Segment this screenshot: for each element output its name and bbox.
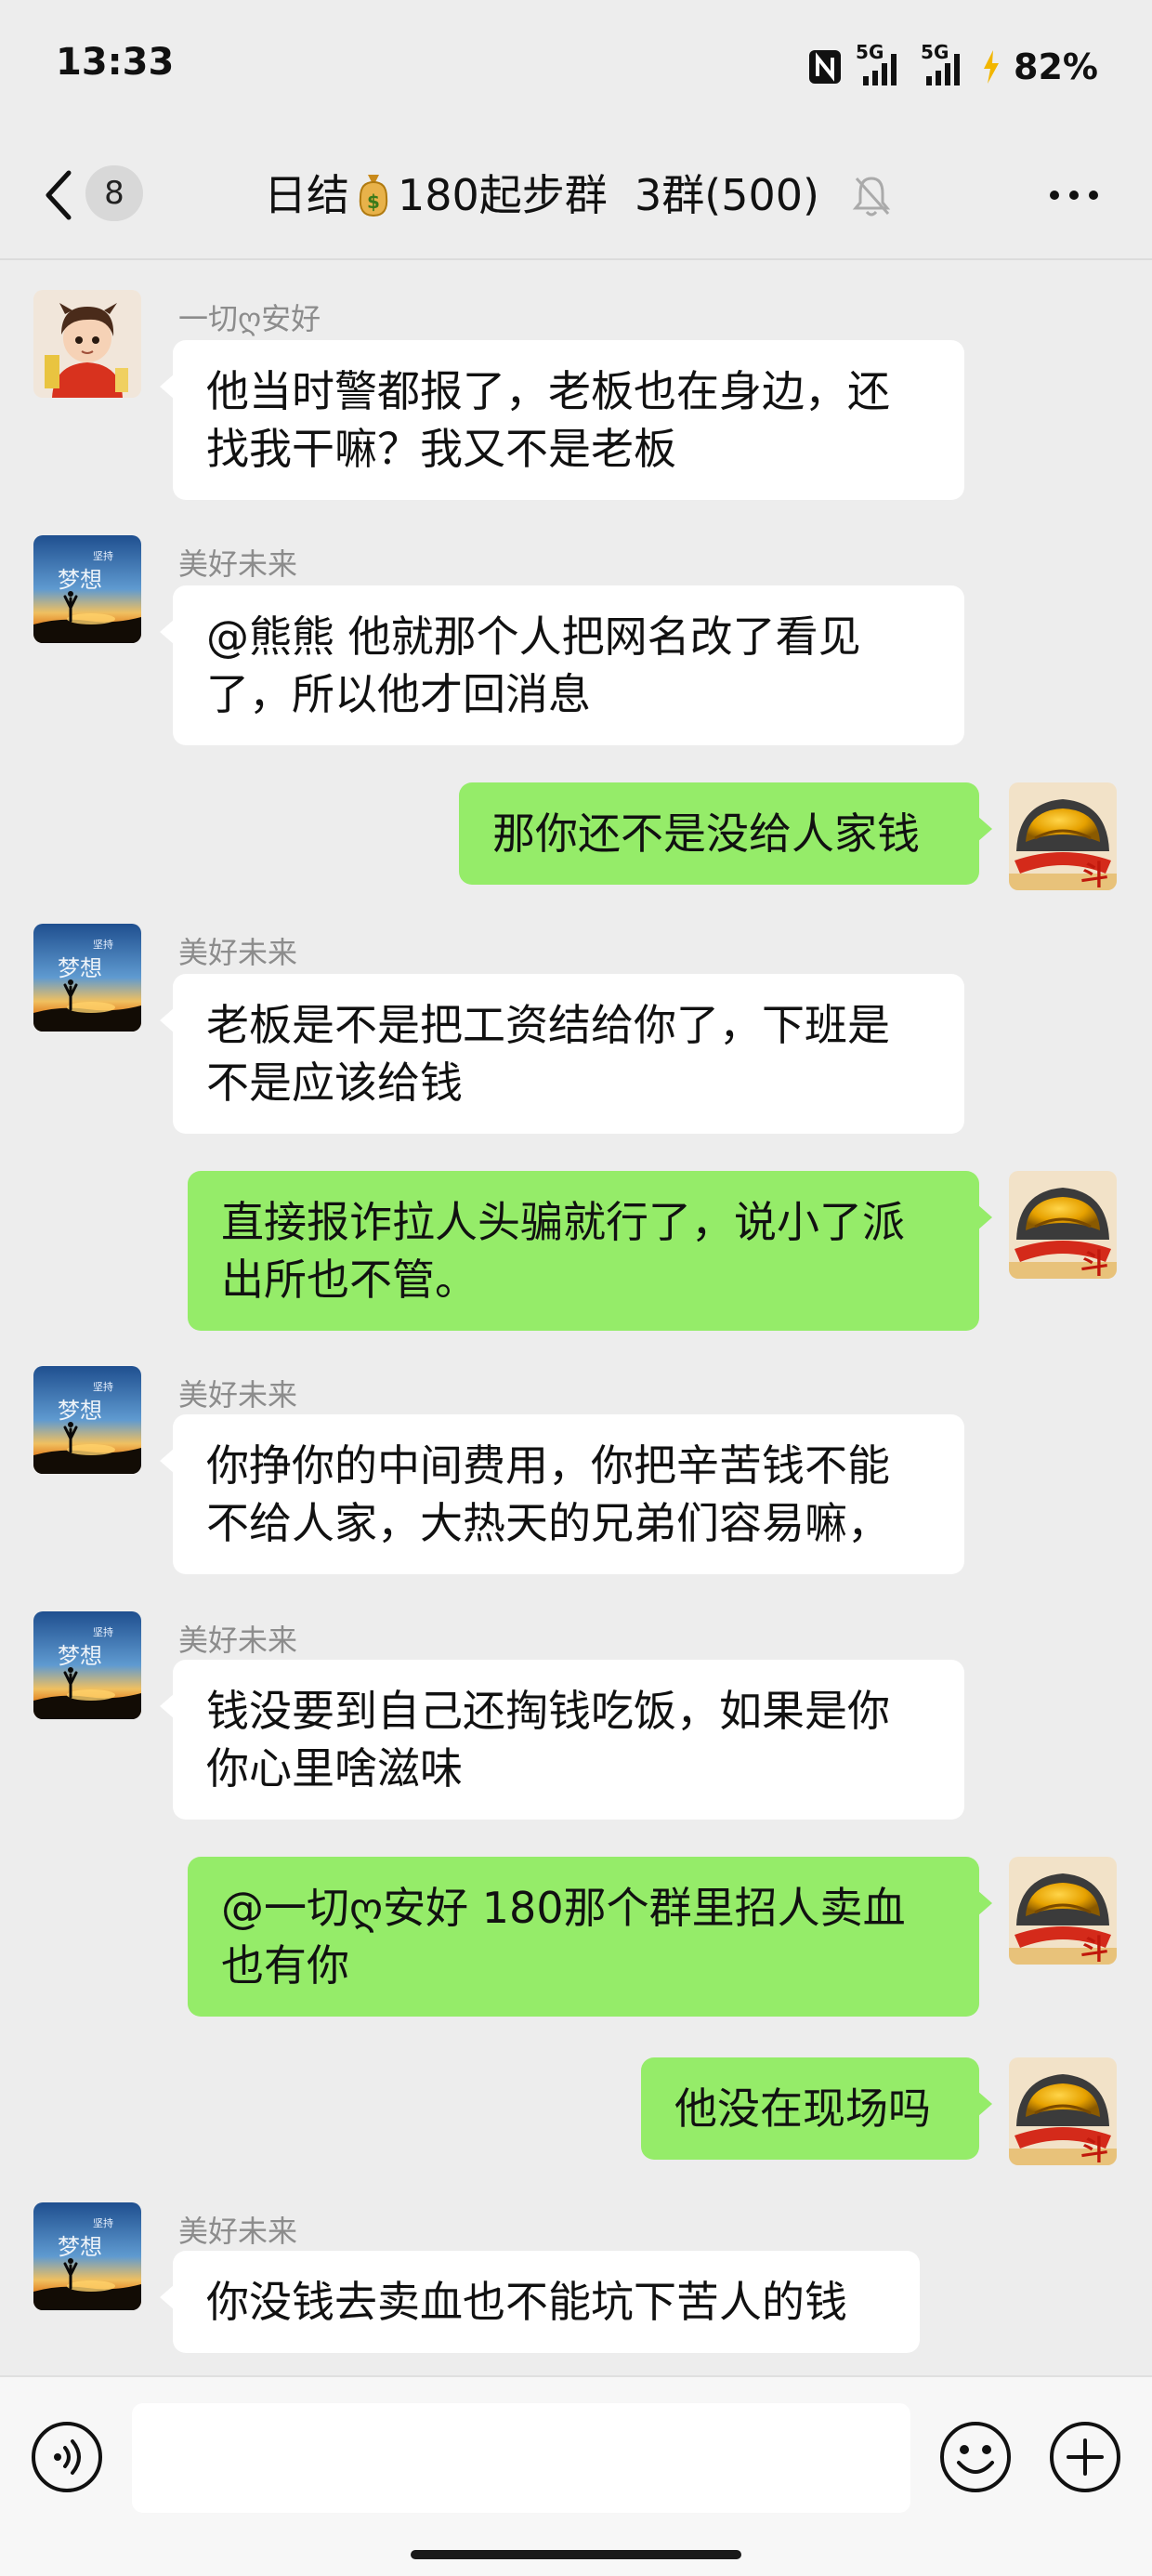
avatar-caption: 梦想 xyxy=(58,955,102,981)
message-input[interactable] xyxy=(132,2403,910,2513)
network-type-label: 5G xyxy=(856,41,884,63)
message-bubble-incoming[interactable]: 你没钱去卖血也不能坑下苦人的钱 xyxy=(160,2251,920,2353)
message-text-line: 你没钱去卖血也不能坑下苦人的钱 xyxy=(206,2277,847,2327)
money-bag-icon: $ xyxy=(353,171,394,219)
sender-name: 美好未来 xyxy=(178,935,298,970)
avatar-caption: 坚持 xyxy=(93,1625,113,1638)
chat-header: 8 日结 $ 180起步群 3群(500) xyxy=(0,130,1152,260)
avatar-sunset[interactable]: 坚持 梦想 xyxy=(33,1366,141,1474)
sender-name: 一切ღ安好 xyxy=(178,301,321,336)
sender-name: 美好未来 xyxy=(178,1623,298,1658)
message-text-line: @一切ღ安好 180那个群里招人卖血 xyxy=(221,1883,906,1933)
charging-icon xyxy=(982,48,1001,85)
message-text-line: 钱没要到自己还掏钱吃饭，如果是你 xyxy=(206,1686,890,1736)
status-icons: 5G 5G 82% xyxy=(807,41,1098,93)
message-text-line: @熊熊 他就那个人把网名改了看见 xyxy=(206,611,861,662)
dot xyxy=(1069,191,1079,200)
message-bubble-incoming[interactable]: @熊熊 他就那个人把网名改了看见 了，所以他才回消息 xyxy=(160,585,964,745)
message-bubble-outgoing[interactable]: 直接报诈拉人头骗就行了，说小了派 出所也不管。 xyxy=(188,1171,992,1331)
message-text-line: 不给人家，大热天的兄弟们容易嘛， xyxy=(206,1498,890,1548)
mute-bell-icon xyxy=(851,173,892,219)
message-bubble-incoming[interactable]: 你挣你的中间费用，你把辛苦钱不能 不给人家，大热天的兄弟们容易嘛， xyxy=(160,1414,964,1574)
plus-icon[interactable] xyxy=(1048,2420,1122,2494)
avatar-caption: 坚持 xyxy=(93,549,113,562)
message-text-line: 你挣你的中间费用，你把辛苦钱不能 xyxy=(206,1440,890,1491)
message-bubble-outgoing[interactable]: @一切ღ安好 180那个群里招人卖血 也有你 xyxy=(188,1857,992,2017)
status-bar: 13:33 5G 5G 82% xyxy=(0,0,1152,130)
battery-level: 82% xyxy=(1014,46,1098,87)
avatar-caption: 梦想 xyxy=(58,567,102,593)
avatar-anime-boy[interactable] xyxy=(33,290,141,398)
avatar-caption: 斗 xyxy=(1080,860,1108,890)
message-text-line: 他当时警都报了，老板也在身边，还 xyxy=(206,366,890,416)
status-time: 13:33 xyxy=(56,41,175,84)
avatar-caption: 梦想 xyxy=(58,1643,102,1669)
message-text-line: 你心里啥滋味 xyxy=(206,1743,463,1794)
avatar-sunset[interactable]: 坚持 梦想 xyxy=(33,1611,141,1719)
message-bubble-outgoing[interactable]: 他没在现场吗 xyxy=(641,2057,992,2160)
chat-screen: 13:33 5G 5G 82% 8 日结 $ 180起步群 3群(500) 一切… xyxy=(0,0,1152,2576)
signal-icon: 5G xyxy=(856,41,904,87)
message-text-line: 不是应该给钱 xyxy=(206,1058,463,1108)
message-bubble-outgoing[interactable]: 那你还不是没给人家钱 xyxy=(459,782,992,885)
sender-name: 美好未来 xyxy=(178,546,298,582)
signal-icon: 5G xyxy=(917,41,969,87)
message-text-line: 那你还不是没给人家钱 xyxy=(492,808,920,859)
avatar-caption: 斗 xyxy=(1080,1934,1108,1965)
avatar-sunset[interactable]: 坚持 梦想 xyxy=(33,2202,141,2310)
svg-text:$: $ xyxy=(367,191,380,213)
avatar-sunset[interactable]: 坚持 梦想 xyxy=(33,924,141,1032)
network-type-label: 5G xyxy=(921,41,949,63)
input-bar xyxy=(0,2375,1152,2576)
voice-icon[interactable] xyxy=(30,2420,104,2494)
dot xyxy=(1089,191,1098,200)
back-chevron-icon[interactable] xyxy=(35,164,91,227)
message-text-line: 找我干嘛？我又不是老板 xyxy=(206,424,676,474)
unread-count-badge[interactable]: 8 xyxy=(85,165,143,221)
avatar-mascot[interactable]: 斗 xyxy=(1009,2057,1117,2165)
title-prefix: 日结 xyxy=(264,170,349,220)
message-bubble-incoming[interactable]: 钱没要到自己还掏钱吃饭，如果是你 你心里啥滋味 xyxy=(160,1660,964,1820)
emoji-icon[interactable] xyxy=(938,2420,1013,2494)
avatar-caption: 斗 xyxy=(1080,2135,1108,2165)
message-bubble-incoming[interactable]: 他当时警都报了，老板也在身边，还 找我干嘛？我又不是老板 xyxy=(160,340,964,500)
home-indicator[interactable] xyxy=(411,2550,741,2559)
avatar-mascot[interactable]: 斗 xyxy=(1009,1171,1117,1279)
avatar-caption: 梦想 xyxy=(58,1398,102,1424)
message-text-line: 老板是不是把工资结给你了，下班是 xyxy=(206,1000,890,1050)
dot xyxy=(1050,191,1059,200)
avatar-caption: 坚持 xyxy=(93,1380,113,1393)
message-text-line: 他没在现场吗 xyxy=(674,2083,931,2134)
title-suffix: 180起步群 3群(500) xyxy=(398,170,820,220)
avatar-caption: 梦想 xyxy=(58,2234,102,2260)
avatar-sunset[interactable]: 坚持 梦想 xyxy=(33,535,141,643)
more-icon[interactable] xyxy=(1044,171,1104,219)
avatar-mascot[interactable]: 斗 xyxy=(1009,1857,1117,1965)
avatar-caption: 斗 xyxy=(1080,1248,1108,1279)
avatar-caption: 坚持 xyxy=(93,2216,113,2229)
chat-title[interactable]: 日结 $ 180起步群 3群(500) xyxy=(264,165,819,225)
message-bubble-incoming[interactable]: 老板是不是把工资结给你了，下班是 不是应该给钱 xyxy=(160,974,964,1134)
message-text-line: 直接报诈拉人头骗就行了，说小了派 xyxy=(221,1197,905,1247)
avatar-mascot[interactable]: 斗 xyxy=(1009,782,1117,890)
message-text-line: 了，所以他才回消息 xyxy=(206,669,591,719)
avatar-caption: 坚持 xyxy=(93,938,113,951)
message-text-line: 也有你 xyxy=(221,1940,349,1991)
nfc-icon xyxy=(807,48,843,85)
sender-name: 美好未来 xyxy=(178,2214,298,2249)
sender-name: 美好未来 xyxy=(178,1377,298,1413)
message-text-line: 出所也不管。 xyxy=(221,1255,478,1305)
